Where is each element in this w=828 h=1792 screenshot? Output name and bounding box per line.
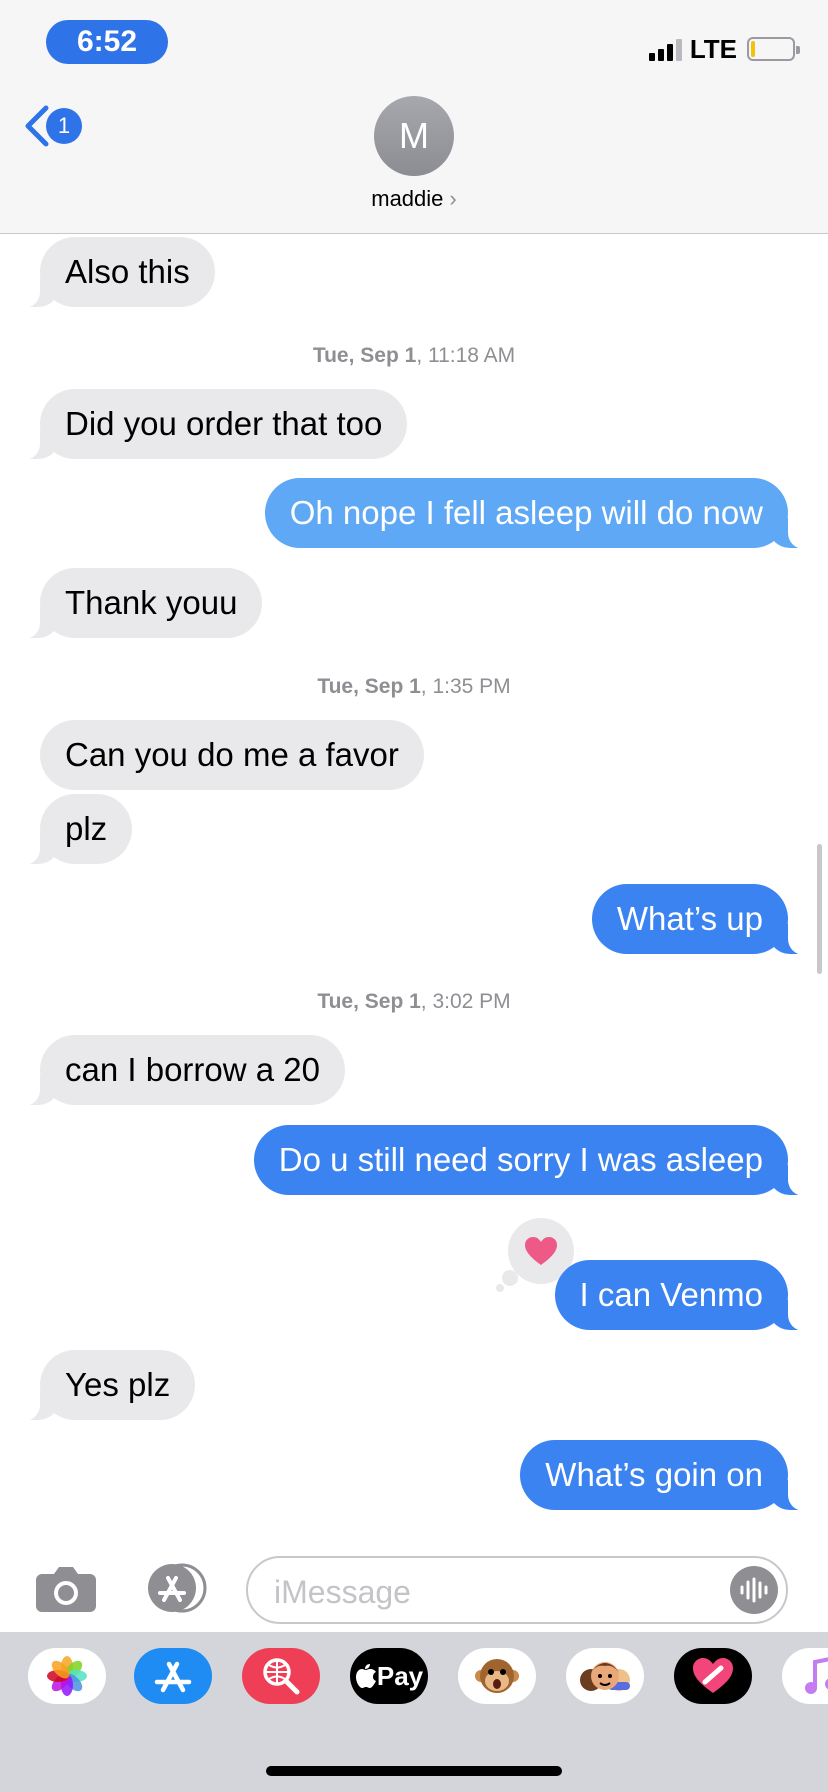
apple-pay-label: Pay [376,1660,424,1691]
memoji-icon [580,1662,630,1691]
scrollbar[interactable] [817,844,822,974]
web-search-icon [263,1658,300,1695]
app-memoji[interactable] [566,1648,644,1704]
conversation-header: 6:52 LTE 1 M maddie › [0,0,828,234]
received-message[interactable]: Thank youu [17,568,263,639]
received-message[interactable]: plz [17,794,133,865]
received-message[interactable]: Did you order that too [17,389,408,460]
sent-message[interactable]: What’s goin on [520,1440,810,1511]
input-bar: iMessage [0,1544,828,1632]
contact-avatar[interactable]: M [374,96,454,176]
unread-count-badge: 1 [46,108,82,144]
app-photos[interactable] [28,1648,106,1704]
app-animoji[interactable] [458,1648,536,1704]
sent-message[interactable]: I can Venmo [554,1260,811,1331]
contact-name-button[interactable]: maddie › [0,186,828,212]
sent-message[interactable]: What’s up [591,884,811,955]
home-indicator[interactable] [266,1766,562,1776]
app-drawer: Pay [0,1632,828,1792]
network-type: LTE [689,33,737,64]
cellular-signal-icon [648,37,682,61]
music-icon [805,1657,828,1694]
message-placeholder: iMessage [274,1574,411,1610]
animoji-monkey-icon [475,1659,519,1693]
timestamp: Tue, Sep 1, 11:18 AM [312,344,516,367]
status-time[interactable]: 6:52 [46,20,168,64]
photos-icon [47,1656,87,1696]
app-store-icon [154,1661,192,1693]
received-message[interactable]: Can you do me a favor [40,720,424,790]
heart-icon [525,1237,557,1265]
timestamp: Tue, Sep 1, 1:35 PM [317,675,511,698]
timestamp: Tue, Sep 1, 3:02 PM [317,990,511,1013]
app-music[interactable] [782,1648,828,1704]
received-message[interactable]: can I borrow a 20 [18,1035,345,1106]
chevron-right-icon: › [449,186,457,211]
sent-message[interactable]: Do u still need sorry I was asleep [253,1125,811,1196]
sent-message[interactable]: Oh nope I fell asleep will do now [264,478,811,549]
tapback-dot [496,1284,504,1292]
apps-button[interactable] [140,1562,214,1619]
audio-message-button[interactable] [730,1566,778,1614]
waveform-icon [740,1577,768,1603]
app-store-icon [148,1563,207,1613]
app-web-search[interactable] [242,1648,320,1704]
digital-touch-icon [693,1658,733,1693]
battery-icon [747,37,800,61]
app-apple-pay[interactable]: Pay [350,1648,428,1704]
message-thread[interactable]: Also this Tue, Sep 1, 11:18 AM Did you o… [0,234,828,1544]
contact-name: maddie [371,186,444,211]
camera-button[interactable] [34,1564,98,1619]
app-digital-touch[interactable] [674,1648,752,1704]
message-input[interactable]: iMessage [246,1556,788,1624]
app-store[interactable] [134,1648,212,1704]
camera-icon [36,1567,96,1612]
back-button[interactable]: 1 [22,104,82,148]
received-message[interactable]: Also this [18,237,215,308]
received-message[interactable]: Yes plz [17,1350,196,1421]
apple-pay-icon [355,1664,376,1688]
status-indicators: LTE [648,33,800,64]
